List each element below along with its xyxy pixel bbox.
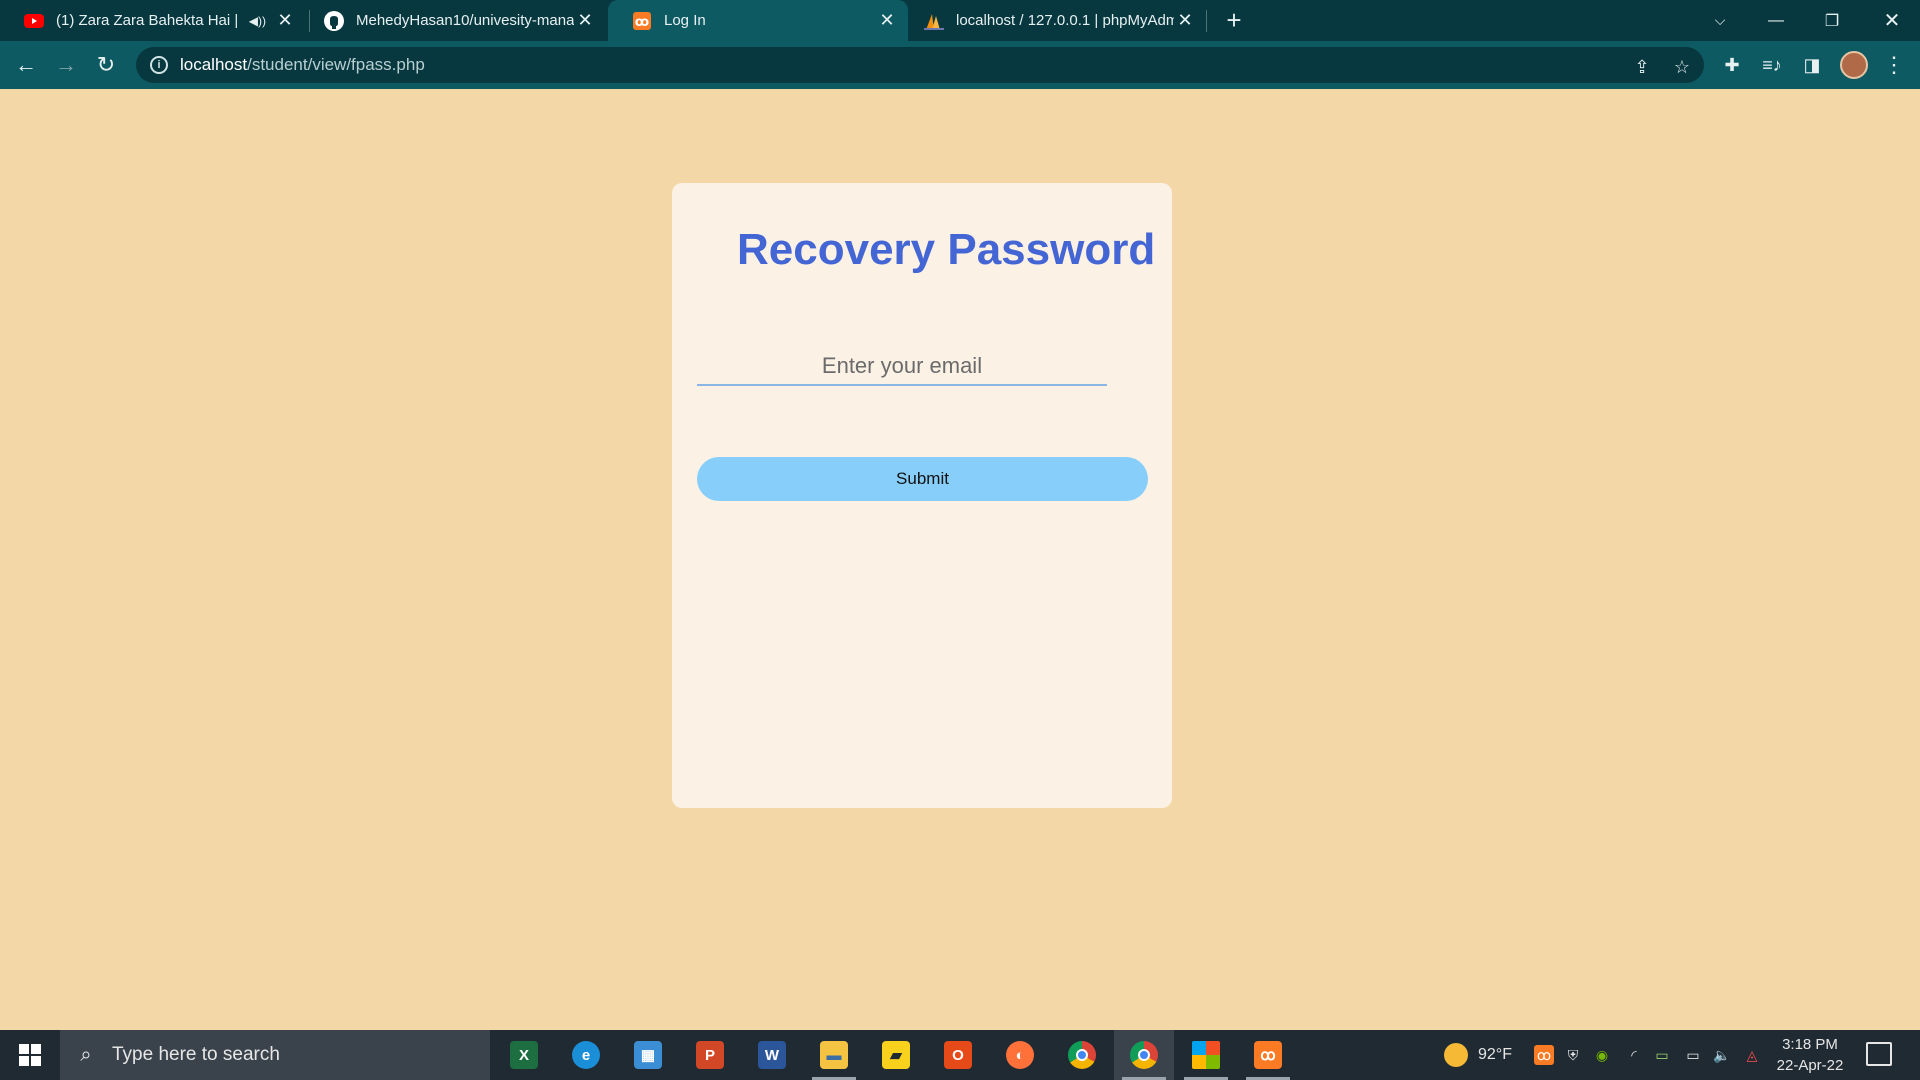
tab-search-chevron-icon[interactable]: ⌵ [1692,0,1748,41]
forward-arrow-icon[interactable]: → [48,47,84,83]
profile-avatar[interactable] [1840,51,1868,79]
tab-title: (1) Zara Zara Bahekta Hai | Ja [56,12,241,29]
xampp-icon: ꝏ [632,11,652,31]
url-host: localhost [180,55,248,74]
microsoft-store-app-icon[interactable] [1176,1030,1236,1080]
email-field[interactable] [697,348,1107,386]
restore-button[interactable]: ❐ [1804,0,1860,41]
search-placeholder: Type here to search [112,1044,280,1065]
extensions-icon[interactable]: ✚ [1714,47,1750,83]
speaker-icon[interactable]: ◀)) [249,14,266,28]
menu-kebab-icon[interactable]: ⋮ [1876,47,1912,83]
url-path: /student/view/fpass.php [247,55,425,74]
wifi-icon[interactable]: ◜ [1624,1045,1644,1065]
notification-center-icon[interactable] [1866,1042,1892,1066]
tab-title: localhost / 127.0.0.1 | phpMyAdm [956,12,1174,29]
chrome-app-icon[interactable] [1052,1030,1112,1080]
tab-title: MehedyHasan10/univesity-mana [356,12,574,29]
taskbar-clock[interactable]: 3:18 PM 22-Apr-22 [1770,1034,1850,1076]
bookmark-star-icon[interactable]: ☆ [1670,55,1694,79]
back-arrow-icon[interactable]: ← [8,47,44,83]
excel-app-icon[interactable]: X [494,1030,554,1080]
sticky-notes-app-icon[interactable]: ▰ [866,1030,926,1080]
nvidia-icon[interactable]: ◉ [1592,1045,1612,1065]
tab-phpmyadmin[interactable]: localhost / 127.0.0.1 | phpMyAdm ✕ [900,0,1206,41]
new-tab-button[interactable]: + [1216,0,1252,41]
tab-github[interactable]: MehedyHasan10/univesity-mana ✕ [300,0,606,41]
close-tab-icon[interactable]: ✕ [876,10,898,32]
battery-icon[interactable]: ▭ [1683,1045,1703,1065]
tab-youtube[interactable]: (1) Zara Zara Bahekta Hai | Ja ◀)) ✕ [0,0,306,41]
chrome-profile-app-icon[interactable] [1114,1030,1174,1080]
tab-divider [1206,10,1207,32]
search-icon: ⌕ [80,1043,92,1066]
close-window-button[interactable]: ✕ [1864,0,1920,41]
word-app-icon[interactable]: W [742,1030,802,1080]
url-text[interactable]: localhost/student/view/fpass.php [180,55,425,75]
shield-icon[interactable]: ⛨ [1563,1045,1583,1065]
share-icon[interactable]: ⇪ [1630,55,1654,79]
clock-time: 3:18 PM [1782,1036,1838,1053]
edge-app-icon[interactable]: e [556,1030,616,1080]
phpmyadmin-icon [924,11,944,31]
browser-toolbar: ← → ↻ i localhost/student/view/fpass.php… [0,41,1920,89]
firefox-app-icon[interactable]: ◐ [990,1030,1050,1080]
windows-start-icon[interactable] [0,1030,60,1080]
security-check-icon[interactable]: ▭ [1652,1045,1672,1065]
office-app-icon[interactable]: O [928,1030,988,1080]
xampp-tray-icon[interactable]: ꝏ [1534,1045,1554,1065]
weather-sun-icon[interactable] [1444,1043,1468,1067]
volume-icon[interactable]: 🔈 [1712,1045,1732,1065]
close-tab-icon[interactable]: ✕ [274,10,296,32]
side-panel-icon[interactable]: ◨ [1794,47,1830,83]
tab-log-in[interactable]: ꝏ Log In ✕ [608,0,908,41]
recovery-card: Recovery Password Submit [672,183,1172,808]
svg-text:ꝏ: ꝏ [635,15,649,30]
xampp-app-icon[interactable]: ꝏ [1238,1030,1298,1080]
weather-temp[interactable]: 92°F [1478,1030,1512,1080]
github-icon [324,10,344,31]
submit-button[interactable]: Submit [697,457,1148,501]
address-bar[interactable]: i localhost/student/view/fpass.php ⇪ ☆ [136,47,1704,83]
page-title: Recovery Password [737,225,1156,274]
tab-title: Log In [664,12,706,29]
close-tab-icon[interactable]: ✕ [1174,10,1196,32]
media-control-icon[interactable]: ≡♪ [1754,47,1790,83]
windows-taskbar: ⌕ Type here to search X e ▦ P W ▬ ▰ O ◐ … [0,1030,1920,1080]
taskbar-search-box[interactable]: ⌕ Type here to search [60,1030,490,1080]
control-panel-app-icon[interactable]: ▦ [618,1030,678,1080]
minimize-button[interactable]: — [1748,0,1804,41]
file-explorer-app-icon[interactable]: ▬ [804,1030,864,1080]
browser-tab-strip: (1) Zara Zara Bahekta Hai | Ja ◀)) ✕ Meh… [0,0,1920,41]
acrobat-icon[interactable]: ◬ [1742,1045,1762,1065]
youtube-icon [24,11,44,31]
site-info-icon[interactable]: i [150,56,168,74]
reload-icon[interactable]: ↻ [88,47,124,83]
powerpoint-app-icon[interactable]: P [680,1030,740,1080]
close-tab-icon[interactable]: ✕ [574,10,596,32]
clock-date: 22-Apr-22 [1776,1057,1844,1074]
